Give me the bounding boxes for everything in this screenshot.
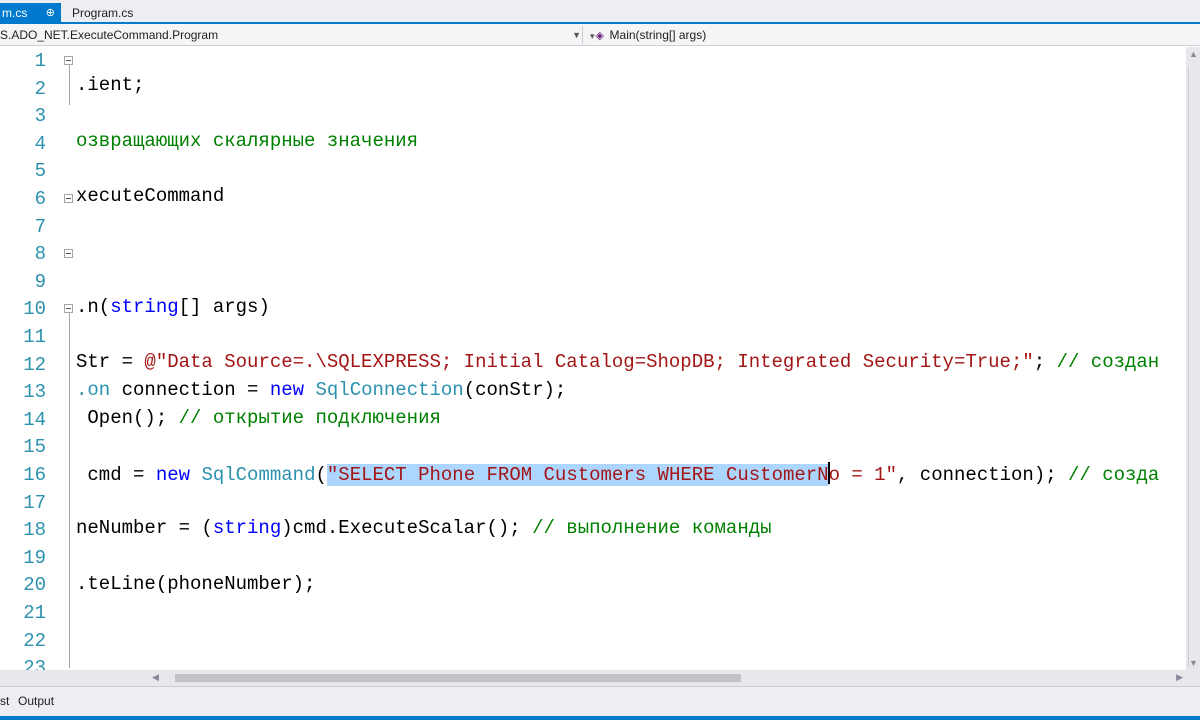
chevron-down-icon: ▾ [590, 31, 595, 41]
navigation-bar: S.ADO_NET.ExecuteCommand.Program ▼ ▾◈ Mai… [0, 24, 1200, 46]
line-number: 16 [23, 464, 46, 486]
code-type: SqlCommand [201, 464, 316, 486]
line-number: 23 [23, 657, 46, 670]
code-line-2: .ient; [76, 74, 144, 96]
tab-active-document[interactable]: m.cs ⊕ [0, 3, 61, 24]
line-number: 20 [23, 574, 46, 597]
code-text: neNumber = ( [76, 517, 213, 539]
code-line-20: .teLine(phoneNumber); [76, 573, 315, 595]
method-cube-icon: ◈ [595, 30, 604, 42]
outline-guide [69, 313, 70, 668]
line-number: 10 [23, 298, 46, 321]
line-number: 22 [23, 629, 46, 652]
code-comment: // открытие подключения [178, 407, 441, 429]
scroll-down-icon[interactable]: ▼ [1189, 658, 1198, 668]
scroll-left-icon[interactable]: ◀ [152, 672, 159, 683]
scroll-up-icon[interactable]: ▲ [1189, 49, 1198, 59]
line-number: 12 [23, 353, 46, 376]
document-tab-strip: m.cs ⊕ Program.cs [0, 0, 1200, 24]
line-number: 11 [23, 326, 46, 348]
line-number: 21 [23, 602, 46, 624]
collapse-region-icon[interactable] [64, 249, 73, 258]
code-text: , connection); [897, 464, 1069, 486]
code-text: xecuteCommand [76, 185, 225, 207]
code-comment: // выполнение команды [532, 517, 772, 539]
line-number: 13 [23, 381, 46, 404]
chevron-down-icon: ▼ [572, 30, 581, 40]
code-line-12: Str = @"Data Source=.\SQLEXPRESS; Initia… [76, 351, 1159, 373]
code-text: .teLine(phoneNumber); [76, 573, 316, 595]
code-line-13: .on connection = new SqlConnection(conSt… [76, 379, 566, 401]
code-comment: // создан [1056, 351, 1160, 373]
code-line-6: xecuteCommand [76, 185, 224, 207]
tab-program-cs[interactable]: Program.cs [66, 3, 139, 24]
code-text: connection = [110, 379, 270, 401]
code-keyword: new [155, 464, 191, 486]
code-editor[interactable]: 1 2 3 4 5 6 7 8 9 10 11 12 13 14 15 16 17 18 19 20 21 22 23 .i… [0, 47, 1186, 670]
line-number: 15 [23, 436, 46, 459]
member-dropdown-value: Main(string[] args) [609, 28, 707, 42]
line-number: 18 [23, 519, 46, 542]
scrollbar-thumb[interactable] [175, 674, 741, 682]
code-text: )cmd.ExecuteScalar(); [281, 517, 533, 539]
tab-active-label: m.cs [2, 6, 28, 20]
code-line-10: .n(string[] args) [76, 296, 270, 318]
scrollbar-corner [1186, 670, 1200, 686]
code-string: @"Data Source=.\SQLEXPRESS; Initial Cata… [144, 351, 1034, 373]
horizontal-scrollbar[interactable]: ◀ ▶ [0, 670, 1186, 686]
code-keyword: string [212, 517, 282, 539]
scroll-right-icon[interactable]: ▶ [1176, 672, 1183, 683]
line-number: 4 [34, 132, 46, 155]
tab-list[interactable]: st [0, 694, 9, 708]
code-text: .ient; [76, 74, 145, 96]
collapse-region-icon[interactable] [64, 194, 73, 203]
line-number: 19 [23, 546, 46, 569]
collapse-region-icon[interactable] [64, 56, 73, 65]
type-dropdown[interactable]: S.ADO_NET.ExecuteCommand.Program ▼ [0, 26, 583, 44]
code-line-14: Open(); // открытие подключения [76, 407, 441, 429]
code-line-16: cmd = new SqlCommand("SELECT Phone FROM … [76, 462, 1159, 486]
line-number: 3 [34, 105, 46, 128]
code-line-4: озвращающих скалярные значения [76, 130, 418, 152]
line-number: 9 [34, 270, 46, 293]
type-dropdown-value: S.ADO_NET.ExecuteCommand.Program [0, 28, 219, 42]
code-comment: озвращающих скалярные значения [76, 130, 419, 152]
code-comment: // созда [1068, 464, 1160, 486]
code-type: .on [76, 379, 111, 401]
line-number: 1 [34, 50, 46, 72]
tab-output[interactable]: Output [18, 694, 54, 708]
selected-text: "SELECT Phone FROM Customers WHERE Custo… [326, 464, 829, 486]
vertical-scrollbar[interactable]: ▲ ▼ [1186, 47, 1200, 670]
line-number: 6 [34, 188, 46, 210]
collapse-region-icon[interactable] [64, 304, 73, 313]
line-number: 7 [34, 215, 46, 238]
code-text: Str = [76, 351, 145, 373]
code-text: ( [315, 464, 327, 486]
line-number: 2 [34, 77, 46, 100]
line-number: 17 [23, 491, 46, 514]
outline-guide [69, 65, 70, 105]
code-text: .n( [76, 296, 111, 318]
line-number: 8 [34, 243, 46, 266]
code-text: [] args) [178, 296, 270, 318]
tab-program-cs-label: Program.cs [72, 6, 134, 20]
code-type: SqlConnection [315, 379, 464, 401]
line-number: 14 [23, 408, 46, 431]
code-text: ; [1033, 351, 1057, 373]
line-number: 5 [34, 160, 46, 183]
tool-window-tabs: st Output [0, 686, 1200, 720]
code-string: o = 1" [828, 464, 897, 486]
code-line-18: neNumber = (string)cmd.ExecuteScalar(); … [76, 517, 772, 539]
status-bar-strip [0, 716, 1200, 720]
code-keyword: new [269, 379, 305, 401]
pin-icon[interactable]: ⊕ [46, 3, 55, 24]
code-text: (conStr); [463, 379, 567, 401]
code-text: Open(); [76, 407, 179, 429]
member-dropdown[interactable]: ▾◈ Main(string[] args) [590, 26, 1200, 44]
scrollbar-track[interactable] [1188, 67, 1199, 667]
code-keyword: string [110, 296, 179, 318]
code-text: cmd = [76, 464, 156, 486]
